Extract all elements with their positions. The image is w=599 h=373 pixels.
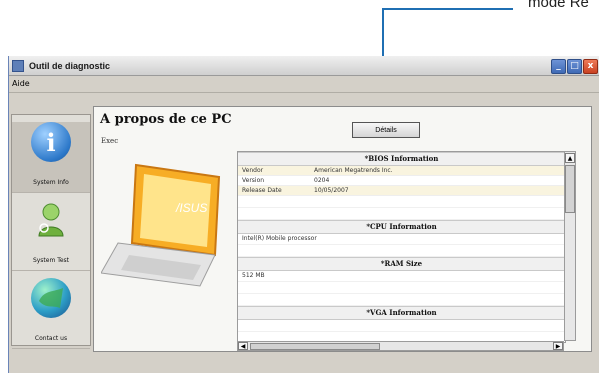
scroll-right-icon[interactable]: ▶ (553, 342, 563, 350)
menu-bar: Aide (9, 76, 599, 93)
table-row: Vendor American Megatrends Inc. (238, 166, 565, 176)
table-row: Release Date 10/05/2007 (238, 186, 565, 196)
sidebar: i System Info System Test Contact us (11, 114, 91, 349)
app-icon (12, 59, 24, 72)
list-item: Intel(R) Mobile processor (238, 234, 565, 245)
details-button[interactable]: Détails (352, 122, 420, 138)
blank-row (238, 320, 565, 332)
close-button[interactable]: x (583, 59, 598, 74)
title-bar[interactable]: Outil de diagnostic _ □ x (9, 56, 599, 76)
section-heading: *CPU Information (238, 220, 565, 234)
sidebar-label: Contact us (34, 335, 68, 342)
row-value: 10/05/2007 (314, 187, 349, 194)
sidebar-item-system-info[interactable]: i System Info (12, 122, 90, 193)
window-controls: _ □ x (551, 59, 598, 74)
maximize-button[interactable]: □ (567, 59, 582, 74)
blank-row (238, 294, 565, 306)
scroll-left-icon[interactable]: ◀ (238, 342, 248, 350)
diagnostic-window: Outil de diagnostic _ □ x Aide i System … (8, 56, 599, 373)
table-row: Version 0204 (238, 176, 565, 186)
horizontal-scrollbar[interactable]: ◀ ▶ (237, 341, 564, 351)
list-item: 512 MB (238, 271, 565, 282)
sidebar-label: System Info (33, 179, 69, 186)
blank-row (238, 208, 565, 220)
scroll-thumb[interactable] (565, 165, 575, 213)
sidebar-label: System Test (32, 257, 70, 264)
test-user-icon (31, 200, 71, 240)
info-panel: *BIOS Information Vendor American Megatr… (237, 151, 566, 343)
scroll-up-icon[interactable]: ▲ (565, 153, 575, 163)
laptop-illustration: /ISUS (100, 152, 231, 302)
sidebar-item-system-test[interactable]: System Test (12, 200, 90, 271)
minimize-button[interactable]: _ (551, 59, 566, 74)
small-label: Exec (101, 137, 119, 145)
row-value: American Megatrends Inc. (314, 167, 393, 174)
blank-row (238, 282, 565, 294)
vertical-scrollbar[interactable]: ▲ (564, 151, 576, 341)
scroll-thumb[interactable] (250, 343, 380, 350)
row-key: Release Date (242, 187, 282, 194)
sidebar-item-contact-us[interactable]: Contact us (12, 278, 90, 349)
callout-text: mode Re (528, 0, 589, 11)
bios-rows: Vendor American Megatrends Inc. Version … (238, 166, 565, 196)
row-value: 0204 (314, 177, 330, 184)
main-content: A propos de ce PC Exec Détails /ISUS *BI… (93, 106, 592, 352)
row-key: Vendor (242, 167, 264, 174)
blank-row (238, 245, 565, 257)
section-heading: *BIOS Information (238, 152, 565, 166)
section-heading: *VGA Information (238, 306, 565, 320)
window-title: Outil de diagnostic (29, 60, 111, 71)
section-heading: *RAM Size (238, 257, 565, 271)
info-icon: i (31, 122, 71, 162)
page-title: A propos de ce PC (100, 112, 232, 127)
globe-icon (31, 278, 71, 318)
svg-text:/ISUS: /ISUS (175, 201, 207, 215)
row-key: Version (242, 177, 265, 184)
menu-help[interactable]: Aide (12, 79, 30, 88)
blank-row (238, 196, 565, 208)
callout-line-horizontal (383, 8, 513, 10)
